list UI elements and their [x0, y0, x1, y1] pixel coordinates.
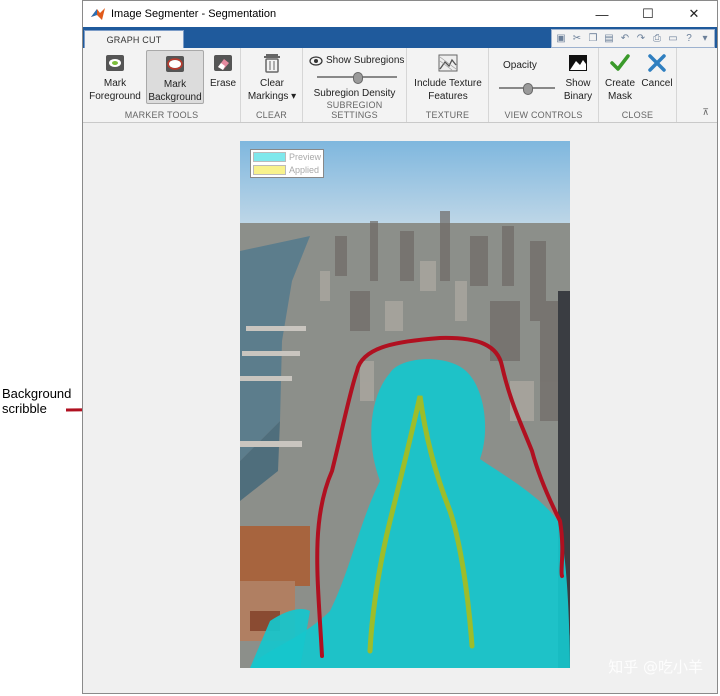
subregion-density-thumb[interactable] [353, 72, 363, 84]
print-icon[interactable]: ⎙ [650, 32, 664, 45]
mark-foreground-label-1: Mark [103, 78, 127, 89]
mark-background-button[interactable]: Mark Background [146, 50, 204, 104]
subregion-density-slider[interactable] [317, 72, 397, 84]
zhihu-watermark: 知乎 @吃小羊 [608, 658, 703, 676]
clear-markings-label-2: Markings ▾ [247, 91, 297, 102]
texture-group-label: TEXTURE [425, 110, 470, 120]
subregion-settings-group-label: SUBREGION SETTINGS [326, 100, 383, 120]
opacity-label: Opacity [503, 60, 537, 71]
clear-markings-label-1: Clear [260, 78, 284, 89]
legend-applied-label: Applied [289, 164, 320, 175]
legend-preview-row: Preview [251, 150, 323, 163]
close-window-button[interactable]: ✕ [671, 1, 717, 27]
include-texture-features-button[interactable]: Include Texture Features [409, 52, 487, 103]
quick-access-toolbar: ▣ ✂ ❐ ▤ ↶ ↷ ⎙ ▭ ? ▾ [551, 29, 715, 48]
include-texture-label-2: Features [428, 91, 468, 102]
title-bar: Image Segmenter - Segmentation — ☐ ✕ [83, 1, 717, 27]
checkmark-icon [609, 52, 631, 74]
trash-icon [261, 52, 283, 74]
cancel-x-icon [646, 52, 668, 74]
eraser-icon [212, 52, 234, 74]
paste-icon[interactable]: ▤ [602, 32, 616, 45]
erase-label: Erase [209, 78, 237, 89]
cancel-label: Cancel [641, 78, 673, 89]
tab-graph-cut[interactable]: GRAPH CUT [84, 30, 184, 48]
image-segmenter-window: Image Segmenter - Segmentation — ☐ ✕ GRA… [82, 0, 718, 694]
group-subregion-settings: Show Subregions Subregion Density SUBREG… [303, 48, 407, 122]
show-binary-button[interactable]: Show Binary [559, 52, 597, 103]
cut-icon[interactable]: ✂ [570, 32, 584, 45]
mark-foreground-icon [104, 52, 126, 74]
save-icon[interactable]: ▣ [554, 32, 568, 45]
mark-foreground-label-2: Foreground [89, 91, 141, 102]
group-close: Create Mask Cancel CLOSE [599, 48, 677, 122]
expand-icon[interactable]: ▾ [698, 32, 712, 45]
binary-image-icon [567, 52, 589, 74]
group-marker-tools: Mark Foreground Mark Background Erase MA… [83, 48, 241, 122]
preview-swatch [253, 151, 286, 162]
window-title: Image Segmenter - Segmentation [111, 8, 277, 20]
create-mask-label-1: Create [604, 78, 635, 89]
segmentation-image[interactable]: Preview Applied [240, 141, 570, 668]
ribbon: Mark Foreground Mark Background Erase MA… [83, 48, 717, 123]
overlay-legend: Preview Applied [250, 149, 324, 178]
show-binary-label-2: Binary [563, 91, 593, 102]
help-icon[interactable]: ? [682, 32, 696, 45]
erase-button[interactable]: Erase [207, 52, 239, 90]
mark-background-label-1: Mark [163, 79, 187, 90]
create-mask-label-2: Mask [608, 91, 632, 102]
subregion-density-label: Subregion Density [313, 88, 396, 99]
mark-foreground-button[interactable]: Mark Foreground [87, 52, 143, 103]
include-texture-label-1: Include Texture [414, 78, 482, 89]
ribbon-tab-bar: GRAPH CUT ▣ ✂ ❐ ▤ ↶ ↷ ⎙ ▭ ? ▾ [83, 27, 717, 48]
city-aerial-photo[interactable] [240, 141, 570, 668]
mark-background-label-2: Background [148, 92, 202, 103]
mark-background-icon [164, 53, 186, 75]
group-view-controls: Opacity Show Binary VIEW CONTROLS [489, 48, 599, 122]
create-mask-button[interactable]: Create Mask [601, 52, 639, 103]
layout-icon[interactable]: ▭ [666, 32, 680, 45]
marker-tools-group-label: MARKER TOOLS [124, 110, 199, 120]
opacity-slider[interactable] [499, 83, 555, 95]
maximize-button[interactable]: ☐ [625, 1, 671, 27]
clear-markings-button[interactable]: Clear Markings ▾ [245, 52, 299, 103]
show-binary-label-1: Show [565, 78, 591, 89]
collapse-ribbon-icon[interactable]: ⊼ [702, 107, 709, 118]
cancel-button[interactable]: Cancel [639, 52, 675, 90]
undo-icon[interactable]: ↶ [618, 32, 632, 45]
show-subregions-toggle[interactable]: Show Subregions [309, 55, 404, 66]
group-texture: Include Texture Features TEXTURE [407, 48, 489, 122]
minimize-button[interactable]: — [579, 1, 625, 27]
legend-preview-label: Preview [289, 151, 322, 162]
group-clear: Clear Markings ▾ CLEAR [241, 48, 303, 122]
redo-icon[interactable]: ↷ [634, 32, 648, 45]
opacity-thumb[interactable] [523, 83, 533, 95]
show-subregions-label: Show Subregions [326, 55, 405, 66]
copy-icon[interactable]: ❐ [586, 32, 600, 45]
image-canvas-area: Preview Applied 知乎 @吃小羊 [83, 124, 717, 693]
view-controls-group-label: VIEW CONTROLS [504, 110, 583, 120]
eye-icon [309, 55, 323, 66]
matlab-logo-icon [91, 8, 105, 20]
legend-applied-row: Applied [251, 163, 323, 176]
applied-swatch [253, 164, 286, 175]
texture-icon [437, 52, 459, 74]
clear-group-label: CLEAR [255, 110, 287, 120]
close-group-label: CLOSE [621, 110, 654, 120]
